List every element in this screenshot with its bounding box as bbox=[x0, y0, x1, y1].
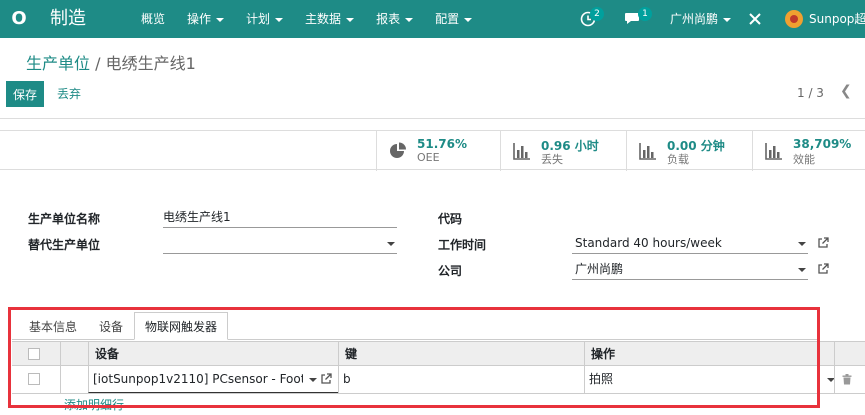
message-count-badge: 1 bbox=[638, 7, 652, 21]
external-link-icon[interactable] bbox=[817, 237, 829, 249]
name-label: 生产单位名称 bbox=[28, 212, 101, 226]
pie-chart-icon bbox=[390, 142, 406, 158]
caret-down-icon bbox=[216, 17, 225, 22]
control-panel-divider bbox=[0, 118, 865, 119]
worktime-select[interactable]: Standard 40 hours/week bbox=[572, 234, 808, 254]
menu-overview[interactable]: 概览 bbox=[141, 0, 175, 38]
caret-down-icon bbox=[798, 268, 806, 272]
discard-button[interactable]: 丢弃 bbox=[57, 81, 81, 107]
menu-planning[interactable]: 计划 bbox=[246, 0, 293, 38]
pager-value: 1 / 3 bbox=[797, 86, 824, 100]
app-name[interactable]: 制造 bbox=[50, 7, 86, 31]
external-link-icon[interactable] bbox=[817, 263, 829, 275]
delete-column-header bbox=[834, 342, 865, 366]
worktime-label: 工作时间 bbox=[438, 238, 487, 252]
code-label: 代码 bbox=[438, 212, 463, 226]
caret-down-icon bbox=[346, 17, 355, 22]
bar-chart-icon bbox=[513, 143, 530, 160]
menu-master-data[interactable]: 主数据 bbox=[305, 0, 364, 38]
save-button[interactable]: 保存 bbox=[6, 81, 44, 107]
bar-chart-icon bbox=[765, 143, 782, 160]
breadcrumb-separator: / bbox=[95, 54, 101, 73]
bar-chart-icon bbox=[639, 143, 656, 160]
odoo-logo-icon[interactable]: O bbox=[8, 8, 30, 30]
top-navbar: O 制造 概览 操作 计划 主数据 报表 配置 2 1 广州尚鹏 Sunpop超… bbox=[0, 0, 865, 38]
stat-button-oee[interactable]: 51.76% OEE bbox=[376, 131, 500, 171]
breadcrumb: 生产单位 / 电绣生产线1 bbox=[26, 50, 196, 74]
close-icon[interactable] bbox=[748, 0, 762, 38]
company-select[interactable]: 广州尚鹏 bbox=[572, 260, 808, 280]
company-switcher[interactable]: 广州尚鹏 bbox=[670, 0, 732, 38]
x-icon bbox=[749, 13, 761, 25]
pager-prev-icon[interactable]: ❮ bbox=[840, 83, 852, 99]
main-menu: 概览 操作 计划 主数据 报表 配置 bbox=[141, 0, 494, 38]
name-input[interactable]: 电绣生产线1 bbox=[163, 208, 397, 228]
stat-button-bar: 51.76% OEE 0.96 小时 丢失 0.00 分钟 负载 38,709%… bbox=[0, 130, 865, 171]
menu-reporting[interactable]: 报表 bbox=[376, 0, 423, 38]
breadcrumb-parent-link[interactable]: 生产单位 bbox=[26, 54, 90, 73]
caret-down-icon bbox=[275, 17, 284, 22]
delete-row-button[interactable] bbox=[834, 366, 865, 393]
caret-down-icon bbox=[723, 17, 732, 22]
alt-unit-label: 替代生产单位 bbox=[28, 238, 101, 252]
user-name: Sunpop超管 bbox=[809, 12, 865, 26]
stat-button-lost[interactable]: 0.96 小时 丢失 bbox=[500, 131, 626, 171]
stat-button-load[interactable]: 0.00 分钟 负载 bbox=[626, 131, 752, 171]
code-input[interactable] bbox=[572, 208, 808, 228]
breadcrumb-current: 电绣生产线1 bbox=[105, 54, 196, 73]
company-label: 公司 bbox=[438, 264, 463, 278]
user-avatar-icon bbox=[785, 10, 803, 28]
menu-configuration[interactable]: 配置 bbox=[435, 0, 482, 38]
trash-icon bbox=[842, 374, 852, 385]
activity-button[interactable]: 2 bbox=[578, 0, 608, 38]
caret-down-icon bbox=[798, 242, 806, 246]
highlight-box bbox=[8, 307, 820, 408]
caret-down-icon bbox=[387, 242, 395, 246]
stat-button-performance[interactable]: 38,709% 效能 bbox=[752, 131, 865, 171]
activity-count-badge: 2 bbox=[590, 7, 604, 21]
alt-unit-select[interactable] bbox=[163, 234, 397, 254]
messages-button[interactable]: 1 bbox=[622, 0, 652, 38]
caret-down-icon bbox=[405, 17, 414, 22]
menu-operations[interactable]: 操作 bbox=[187, 0, 234, 38]
caret-down-icon bbox=[464, 17, 473, 22]
